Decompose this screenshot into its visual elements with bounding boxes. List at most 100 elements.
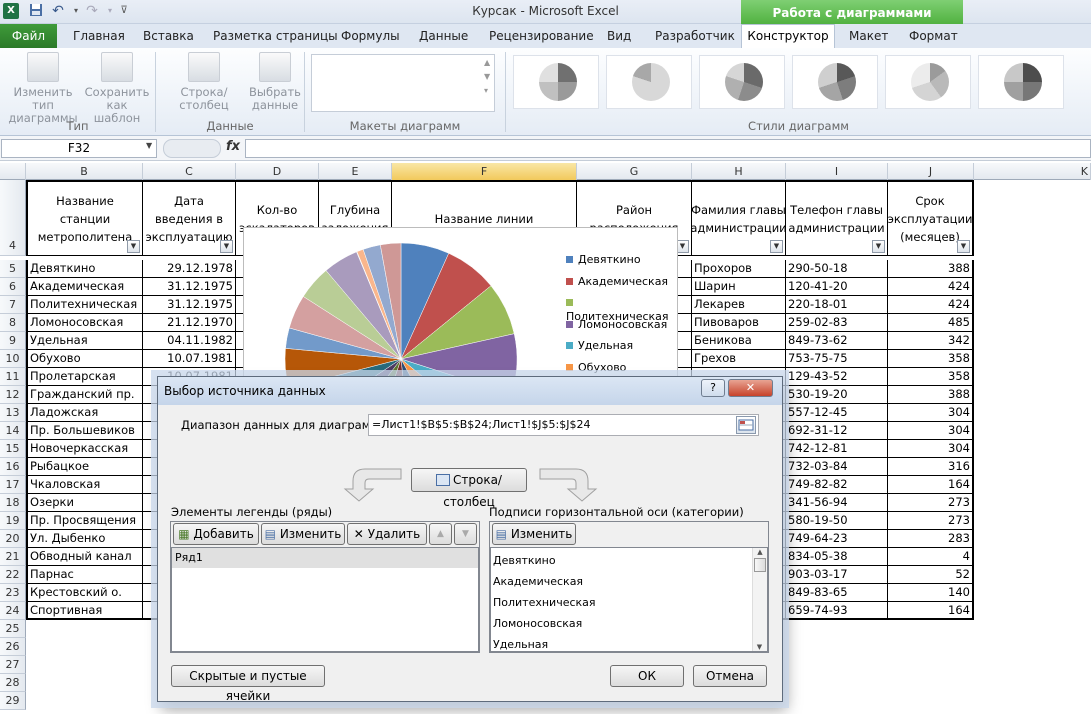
cell-head-phone[interactable]: 742-12-81 bbox=[786, 440, 888, 458]
category-item[interactable]: Удельная bbox=[493, 634, 596, 655]
category-item[interactable]: Девяткино bbox=[493, 550, 596, 571]
cell-station-name[interactable]: Пролетарская bbox=[26, 368, 143, 386]
cell-station-name[interactable]: Обводный канал bbox=[26, 548, 143, 566]
legend-item[interactable]: Академическая bbox=[566, 275, 668, 289]
formula-expand-handle[interactable] bbox=[163, 139, 221, 158]
cell-station-name[interactable]: Обухово bbox=[26, 350, 143, 368]
tab-developer[interactable]: Разработчик bbox=[651, 28, 739, 48]
cell-station-name[interactable]: Крестовский о. bbox=[26, 584, 143, 602]
ok-button[interactable]: ОК bbox=[610, 665, 684, 687]
cell-head-phone[interactable]: 749-64-23 bbox=[786, 530, 888, 548]
switch-row-column-ribbon-button[interactable]: Строка/столбец bbox=[160, 52, 248, 112]
row-header[interactable]: 19 bbox=[0, 512, 26, 530]
cell-head-surname[interactable]: Грехов bbox=[692, 350, 786, 368]
row-header[interactable]: 28 bbox=[0, 674, 26, 692]
move-up-button[interactable]: ▲ bbox=[429, 523, 452, 545]
row-header[interactable]: 8 bbox=[0, 314, 26, 332]
row-header[interactable]: 23 bbox=[0, 584, 26, 602]
cell-head-phone[interactable]: 129-43-52 bbox=[786, 368, 888, 386]
legend-item[interactable]: Обухово bbox=[566, 361, 626, 375]
row-header[interactable]: 11 bbox=[0, 368, 26, 386]
legend-item[interactable]: Политехническая bbox=[566, 296, 677, 323]
cell-service-months[interactable]: 273 bbox=[888, 494, 974, 512]
row-header[interactable]: 17 bbox=[0, 476, 26, 494]
cell-station-name[interactable]: Пр. Большевиков bbox=[26, 422, 143, 440]
cell-station-name[interactable]: Парнас bbox=[26, 566, 143, 584]
cell-date[interactable]: 04.11.1982 bbox=[143, 332, 236, 350]
cell-service-months[interactable]: 52 bbox=[888, 566, 974, 584]
cell-station-name[interactable]: Пр. Просвящения bbox=[26, 512, 143, 530]
filter-dropdown-icon[interactable]: ▼ bbox=[127, 240, 140, 253]
column-header-i[interactable]: I bbox=[786, 163, 888, 180]
row-header[interactable]: 26 bbox=[0, 638, 26, 656]
column-header-e[interactable]: E bbox=[319, 163, 392, 180]
row-header[interactable]: 14 bbox=[0, 422, 26, 440]
filter-dropdown-icon[interactable]: ▼ bbox=[220, 240, 233, 253]
cell-head-phone[interactable]: 341-56-94 bbox=[786, 494, 888, 512]
cell-station-name[interactable]: Ломоносовская bbox=[26, 314, 143, 332]
scroll-thumb[interactable] bbox=[754, 558, 766, 572]
save-as-template-button[interactable]: Сохранить как шаблон bbox=[82, 52, 152, 125]
formula-input[interactable] bbox=[245, 139, 1091, 158]
column-header-j[interactable]: J bbox=[888, 163, 974, 180]
cell-head-phone[interactable]: 530-19-20 bbox=[786, 386, 888, 404]
row-header[interactable]: 20 bbox=[0, 530, 26, 548]
help-button[interactable]: ? bbox=[701, 379, 725, 397]
tab-review[interactable]: Рецензирование bbox=[485, 28, 598, 48]
cell-head-phone[interactable]: 692-31-12 bbox=[786, 422, 888, 440]
collapse-dialog-icon[interactable] bbox=[736, 416, 756, 434]
category-item[interactable]: Политехническая bbox=[493, 592, 596, 613]
tab-design[interactable]: Конструктор bbox=[741, 24, 835, 49]
cell-head-surname[interactable]: Лекарев bbox=[692, 296, 786, 314]
name-box[interactable]: F32 bbox=[1, 139, 157, 158]
cell-service-months[interactable]: 388 bbox=[888, 386, 974, 404]
tab-insert[interactable]: Вставка bbox=[139, 28, 198, 48]
column-header-h[interactable]: H bbox=[692, 163, 786, 180]
row-header-4[interactable]: 4 bbox=[0, 180, 26, 256]
tab-formulas[interactable]: Формулы bbox=[337, 28, 404, 48]
cell-head-phone[interactable]: 732-03-84 bbox=[786, 458, 888, 476]
cell-head-phone[interactable]: 659-74-93 bbox=[786, 602, 888, 620]
cell-head-phone[interactable]: 834-05-38 bbox=[786, 548, 888, 566]
row-header[interactable]: 10 bbox=[0, 350, 26, 368]
row-header[interactable]: 29 bbox=[0, 692, 26, 710]
cell-service-months[interactable]: 164 bbox=[888, 602, 974, 620]
row-header[interactable]: 25 bbox=[0, 620, 26, 638]
cell-station-name[interactable]: Политехническая bbox=[26, 296, 143, 314]
row-header[interactable]: 18 bbox=[0, 494, 26, 512]
edit-categories-button[interactable]: ▤ Изменить bbox=[492, 523, 576, 545]
cell-station-name[interactable]: Ул. Дыбенко bbox=[26, 530, 143, 548]
chart-style-1[interactable] bbox=[513, 55, 599, 109]
cell-head-surname[interactable]: Пивоваров bbox=[692, 314, 786, 332]
range-input[interactable]: =Лист1!$B$5:$B$24;Лист1!$J$5:$J$24 bbox=[368, 414, 759, 436]
cell-station-name[interactable]: Гражданский пр. bbox=[26, 386, 143, 404]
chart-style-3[interactable] bbox=[699, 55, 785, 109]
cell-station-name[interactable]: Озерки bbox=[26, 494, 143, 512]
cell-head-phone[interactable]: 849-83-65 bbox=[786, 584, 888, 602]
header-cell-c[interactable]: Дата введения в эксплуатацию ▼ bbox=[143, 180, 236, 256]
tab-data[interactable]: Данные bbox=[415, 28, 472, 48]
add-series-button[interactable]: ▦ Добавить bbox=[173, 523, 259, 545]
cell-service-months[interactable]: 273 bbox=[888, 512, 974, 530]
pie-chart[interactable]: Девяткино Академическая Политехническая Лом… bbox=[243, 227, 678, 395]
category-item[interactable]: Ломоносовская bbox=[493, 613, 596, 634]
cell-service-months[interactable]: 485 bbox=[888, 314, 974, 332]
row-header[interactable]: 22 bbox=[0, 566, 26, 584]
hidden-empty-cells-button[interactable]: Скрытые и пустые ячейки bbox=[171, 665, 325, 703]
row-header[interactable]: 16 bbox=[0, 458, 26, 476]
cell-head-phone[interactable]: 580-19-50 bbox=[786, 512, 888, 530]
category-item[interactable]: Академическая bbox=[493, 571, 596, 592]
select-data-button[interactable]: Выбрать данные bbox=[248, 52, 302, 112]
categories-list[interactable]: Девяткино Академическая Политехническая … bbox=[490, 547, 768, 652]
cell-station-name[interactable]: Рыбацкое bbox=[26, 458, 143, 476]
filter-dropdown-icon[interactable]: ▼ bbox=[770, 240, 783, 253]
header-cell-b[interactable]: Название станции метрополитена ▼ bbox=[26, 180, 143, 256]
cell-date[interactable]: 29.12.1978 bbox=[143, 260, 236, 278]
row-header[interactable]: 27 bbox=[0, 656, 26, 674]
cell-head-surname[interactable]: Беникова bbox=[692, 332, 786, 350]
insert-function-icon[interactable]: fx bbox=[226, 139, 240, 154]
cell-service-months[interactable]: 388 bbox=[888, 260, 974, 278]
column-header-c[interactable]: C bbox=[143, 163, 236, 180]
header-cell-i[interactable]: Телефон главы администрации ▼ bbox=[786, 180, 888, 256]
row-header[interactable]: 6 bbox=[0, 278, 26, 296]
